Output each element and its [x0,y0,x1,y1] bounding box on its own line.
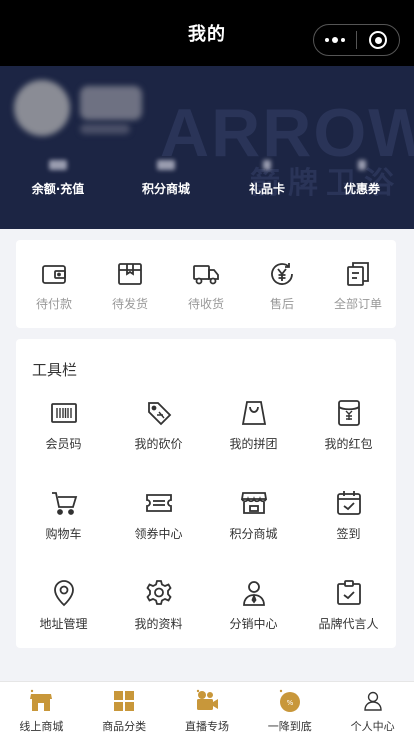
package-icon [118,263,142,285]
stat-value [263,160,271,170]
tool-my-profile[interactable]: 我的资料 [111,567,206,657]
toolbar-grid: 会员码 我的砍价 我的拼团 我的红包 购物车 领券中心 积分商城 签到 地址管理… [16,387,396,657]
nav-header: 我的 [0,0,414,66]
gear-icon [145,580,172,605]
toolbar-title: 工具栏 [32,361,78,379]
red-packet-icon [337,400,360,426]
barcode-icon [50,403,77,423]
order-pending-payment[interactable]: 待付款 [16,240,92,328]
tab-price-drop[interactable]: % 一降到底 [248,682,331,736]
tool-distribution-center[interactable]: 分销中心 [206,567,301,657]
discount-badge-icon: % [279,689,300,712]
tool-member-code[interactable]: 会员码 [16,387,111,477]
yen-refund-icon [271,263,293,285]
tab-categories[interactable]: 商品分类 [83,682,166,736]
tool-label: 我的拼团 [229,437,278,451]
truck-icon [193,265,219,285]
tool-my-group-buy[interactable]: 我的拼团 [206,387,301,477]
toolbar-card: 工具栏 会员码 我的砍价 我的拼团 我的红包 购物车 领券中心 积分商城 签到 … [16,339,396,648]
tool-coupon-center[interactable]: 领券中心 [111,477,206,567]
order-all[interactable]: 全部订单 [320,240,396,328]
username [80,86,142,120]
calendar-check-icon [336,491,361,515]
tab-label: 商品分类 [102,720,147,733]
tool-label: 积分商城 [229,527,278,541]
avatar[interactable] [14,80,70,136]
stat-label: 礼品卡 [248,182,285,196]
page-title: 我的 [188,24,226,45]
cart-icon [51,492,77,515]
tool-my-red-packet[interactable]: 我的红包 [301,387,396,477]
orders-list-icon [347,262,369,286]
tab-label: 线上商城 [19,720,64,733]
video-camera-icon [196,689,218,710]
tool-brand-ambassador[interactable]: 品牌代言人 [301,567,396,657]
tool-label: 我的砍价 [134,437,183,451]
close-mini-program-button[interactable] [357,25,399,55]
order-pending-shipment[interactable]: 待发货 [92,240,168,328]
order-label: 待发货 [111,297,148,311]
mini-program-capsule [313,24,400,56]
order-status-card: 待付款 待发货 待收货 售后 全部订单 [16,240,396,328]
clipboard-check-icon [336,580,361,605]
price-tag-icon [147,402,171,426]
tool-points-mall[interactable]: 积分商城 [206,477,301,567]
order-label: 待收货 [187,297,224,311]
tab-personal-center[interactable]: 个人中心 [331,682,414,736]
tool-label: 会员码 [45,437,82,451]
tab-label: 直播专场 [184,720,229,733]
order-label: 全部订单 [333,297,382,311]
tool-shopping-cart[interactable]: 购物车 [16,477,111,567]
target-circle-icon [369,31,387,49]
tool-check-in[interactable]: 签到 [301,477,396,567]
tab-live-stream[interactable]: 直播专场 [166,682,249,736]
tab-label: 一降到底 [267,720,312,733]
order-label: 待付款 [35,297,72,311]
order-label: 售后 [269,297,294,311]
tab-online-mall[interactable]: 线上商城 [0,682,83,736]
stat-points-mall[interactable]: 积分商城 [126,160,206,197]
stat-label: 余额·充值 [31,182,85,196]
person-icon [242,581,265,606]
tool-address-management[interactable]: 地址管理 [16,567,111,657]
member-level [80,124,130,134]
tool-label: 地址管理 [39,617,88,631]
tool-label: 我的红包 [324,437,373,451]
stat-coupons[interactable]: 优惠券 [322,160,402,197]
stat-balance[interactable]: 余额·充值 [18,160,98,197]
location-pin-icon [53,580,74,607]
tool-label: 签到 [336,527,361,541]
category-icon [114,691,135,711]
ticket-icon [145,494,172,512]
order-after-sales[interactable]: 售后 [244,240,320,328]
profile-banner: ARROW 箭牌卫浴 余额·充值 积分商城 礼品卡 优惠券 [0,66,414,229]
shop-icon [30,689,53,711]
tool-label: 品牌代言人 [318,617,379,631]
tool-label: 分销中心 [229,617,278,631]
tool-label: 我的资料 [134,617,183,631]
user-icon [363,691,382,711]
svg-text:%: % [286,699,293,707]
tool-my-bargain[interactable]: 我的砍价 [111,387,206,477]
tool-label: 领券中心 [134,527,183,541]
tab-label: 个人中心 [350,720,395,733]
store-icon [240,492,267,514]
wallet-icon [42,265,66,284]
order-pending-receipt[interactable]: 待收货 [168,240,244,328]
stat-gift-card[interactable]: 礼品卡 [227,160,307,197]
stat-label: 优惠券 [343,182,380,196]
shopping-bag-icon [241,401,266,425]
bottom-tab-bar: 线上商城 商品分类 直播专场 % 一降到底 个人中心 [0,681,414,736]
more-menu-button[interactable] [314,25,356,55]
more-dots-icon [325,37,345,43]
stat-label: 积分商城 [141,182,190,196]
stat-value [49,160,67,170]
stat-value [358,160,366,170]
stat-value [157,160,175,170]
tool-label: 购物车 [45,527,82,541]
